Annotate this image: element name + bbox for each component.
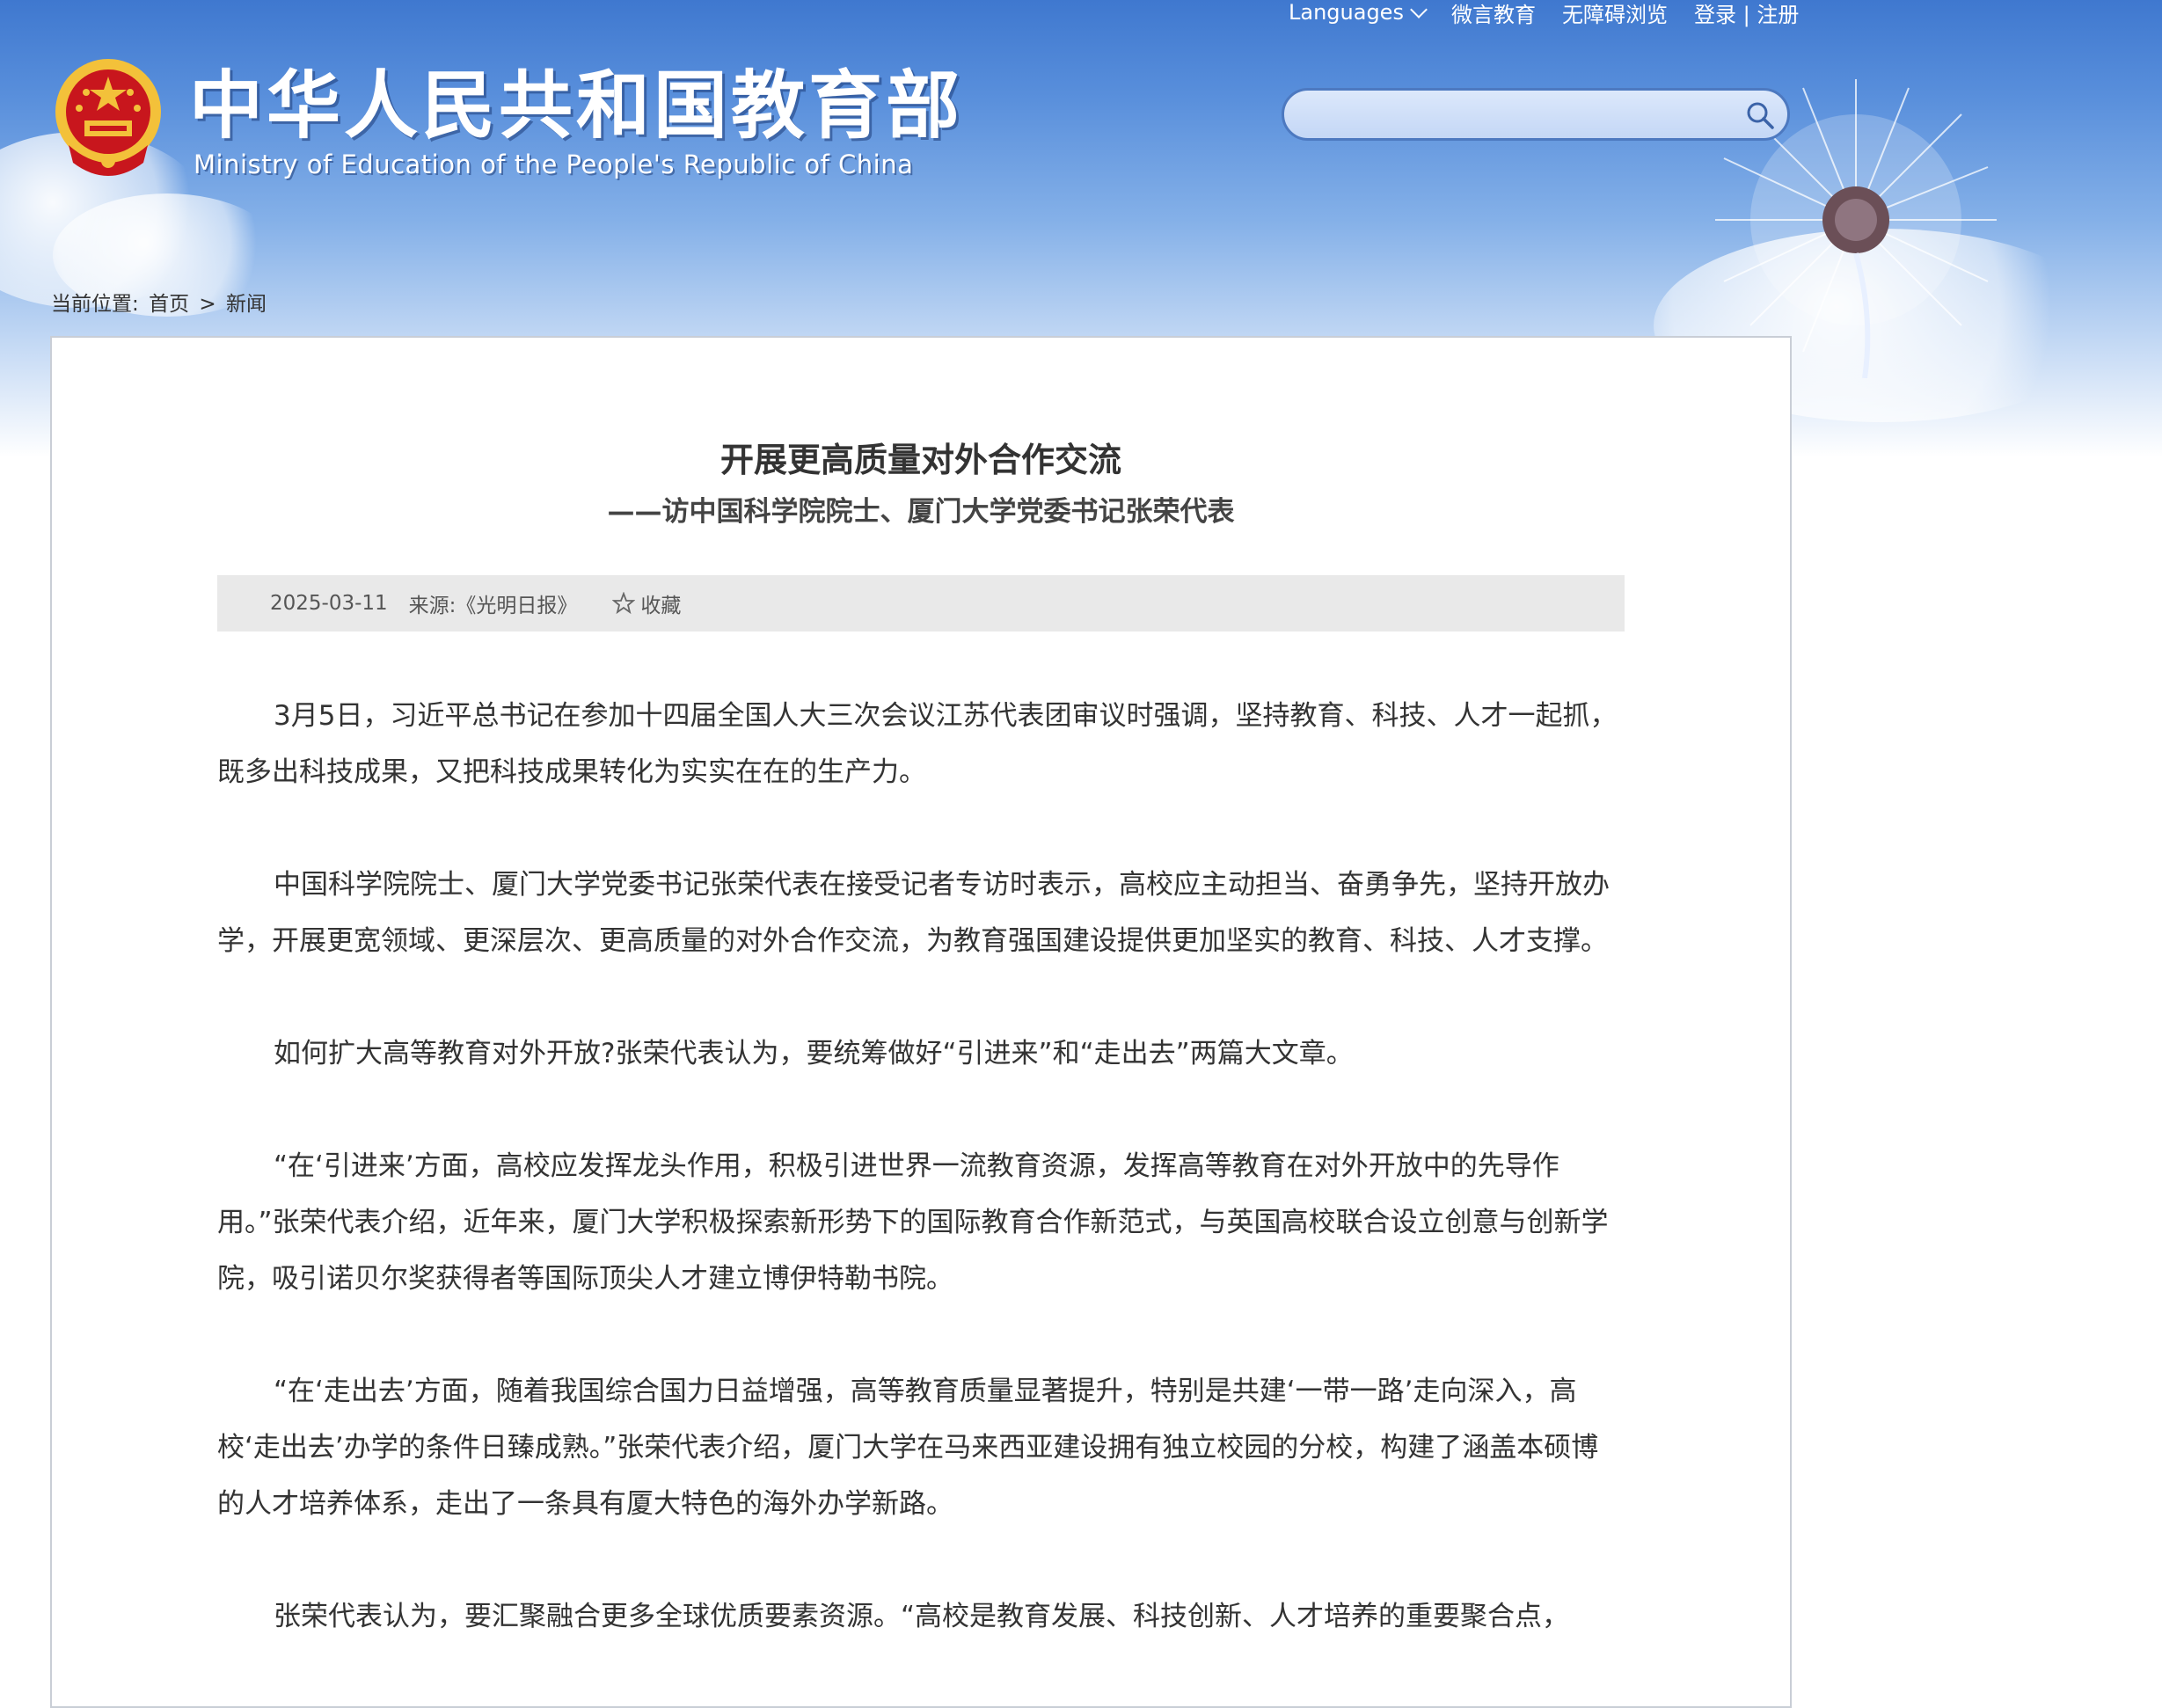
breadcrumb-prefix: 当前位置: (51, 293, 139, 316)
weiyan-link[interactable]: 微言教育 (1451, 0, 1536, 28)
languages-label: Languages (1289, 0, 1404, 25)
login-link[interactable]: 登录 (1694, 3, 1736, 27)
search-icon[interactable] (1745, 100, 1775, 130)
national-emblem-icon[interactable] (51, 57, 165, 185)
auth-separator: | (1742, 2, 1750, 27)
favorite-button[interactable]: 收藏 (612, 588, 681, 618)
search-bar (1282, 88, 1790, 141)
article-meta: 2025-03-11 来源:《光明日报》 收藏 (217, 575, 1625, 631)
article-paragraph: 3月5日，习近平总书记在参加十四届全国人大三次会议江苏代表团审议时强调，坚持教育… (217, 700, 1618, 788)
site-subtitle: Ministry of Education of the People's Re… (194, 150, 914, 179)
search-input[interactable] (1302, 98, 1727, 135)
auth-links: 登录 | 注册 (1694, 0, 1799, 28)
site-title[interactable]: 中华人民共和国教育部 (189, 63, 963, 148)
article-paragraph: 张荣代表认为，要汇聚融合更多全球优质要素资源。“高校是教育发展、科技创新、人才培… (274, 1601, 1570, 1632)
top-nav: Languages 微言教育 无障碍浏览 登录 | 注册 (1289, 0, 1799, 28)
article-paragraph: 中国科学院院士、厦门大学党委书记张荣代表在接受记者专访时表示，高校应主动担当、奋… (217, 869, 1610, 957)
chevron-down-icon (1410, 1, 1428, 18)
article-title: 开展更高质量对外合作交流 (719, 441, 1121, 479)
breadcrumb-separator: > (199, 293, 216, 316)
breadcrumb: 当前位置: 首页 > 新闻 (51, 287, 270, 317)
article-paragraph: “在‘走出去’方面，随着我国综合国力日益增强，高等教育质量显著提升，特别是共建‘… (217, 1376, 1599, 1520)
breadcrumb-home[interactable]: 首页 (149, 293, 189, 316)
article-paragraph: 如何扩大高等教育对外开放?张荣代表认为，要统筹做好“引进来”和“走出去”两篇大文… (274, 1038, 1354, 1069)
breadcrumb-current[interactable]: 新闻 (226, 293, 267, 316)
languages-menu[interactable]: Languages (1289, 0, 1428, 25)
star-icon (612, 592, 636, 615)
register-link[interactable]: 注册 (1757, 3, 1799, 27)
article-paragraph: “在‘引进来’方面，高校应发挥龙头作用，积极引进世界一流教育资源，发挥高等教育在… (217, 1150, 1609, 1295)
article-date: 2025-03-11 (270, 592, 388, 615)
accessible-browse-link[interactable]: 无障碍浏览 (1562, 0, 1668, 28)
favorite-label: 收藏 (640, 595, 682, 617)
article-container: 开展更高质量对外合作交流 ——访中国科学院院士、厦门大学党委书记张荣代表 202… (50, 336, 1792, 1708)
article-source: 来源:《光明日报》 (408, 595, 578, 617)
article-body: 3月5日，习近平总书记在参加十四届全国人大三次会议江苏代表团审议时强调，坚持教育… (217, 688, 1625, 1701)
article-subtitle: ——访中国科学院院士、厦门大学党委书记张荣代表 (607, 496, 1235, 528)
